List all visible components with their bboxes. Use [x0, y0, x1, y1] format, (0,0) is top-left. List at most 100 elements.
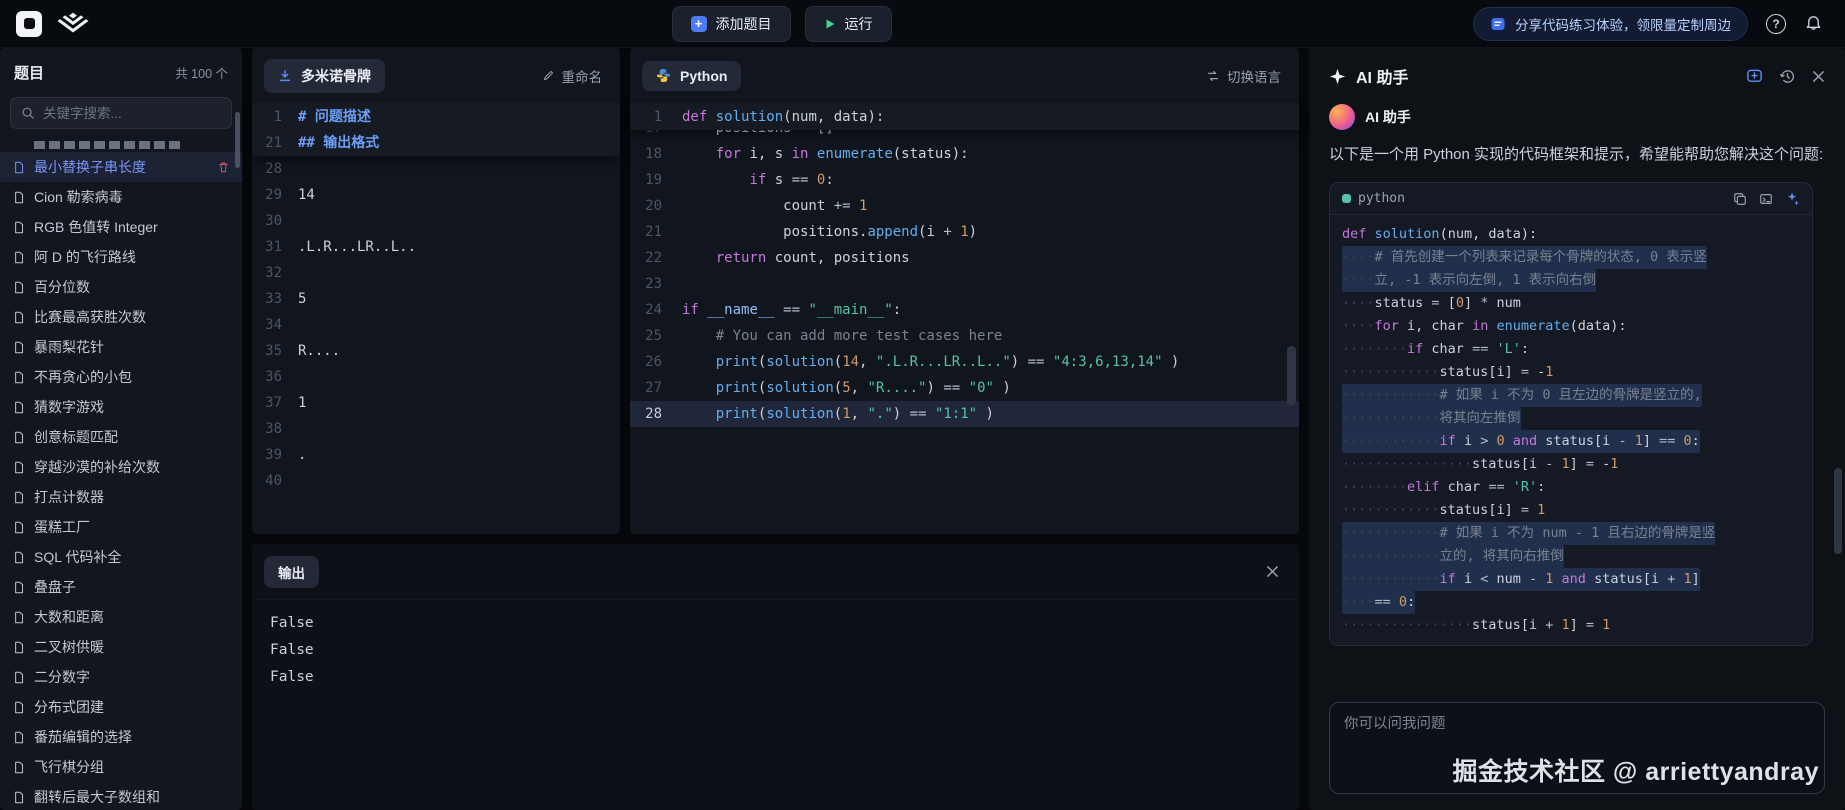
code-line[interactable]: 1# 问题描述 [252, 104, 620, 130]
apply-code-icon[interactable] [1785, 191, 1800, 206]
code-line[interactable]: 21## 输出格式 [252, 130, 620, 156]
bell-icon[interactable] [1804, 14, 1823, 33]
promo-banner[interactable]: 分享代码练习体验，领限量定制周边 [1473, 7, 1748, 41]
ai-scrollbar[interactable] [1834, 468, 1842, 554]
code-line[interactable]: ····# 首先创建一个列表来记录每个骨牌的状态, 0 表示竖 [1342, 246, 1800, 269]
code-line[interactable]: 30 [252, 208, 620, 234]
sidebar-item[interactable]: 大数和距离 [0, 602, 242, 632]
ai-chat-input-box[interactable] [1329, 702, 1825, 794]
code-line[interactable]: ············立的, 将其向右推倒 [1342, 545, 1800, 568]
code-line[interactable]: ········elif char == 'R': [1342, 476, 1800, 499]
sidebar-item[interactable]: 翻转后最大子数组和 [0, 782, 242, 810]
sidebar-item-label: 番茄编辑的选择 [34, 727, 132, 747]
sidebar-item[interactable]: 二叉树供暖 [0, 632, 242, 662]
insert-code-icon[interactable] [1759, 192, 1773, 206]
sidebar-scrollbar[interactable] [235, 112, 240, 168]
sidebar-item[interactable]: 不再贪心的小包 [0, 362, 242, 392]
delete-icon[interactable] [217, 161, 230, 174]
help-icon[interactable]: ? [1766, 14, 1786, 34]
code-line[interactable]: 22 return count, positions [630, 245, 1299, 271]
history-icon[interactable] [1779, 68, 1796, 85]
code-line[interactable]: 21 positions.append(i + 1) [630, 219, 1299, 245]
sidebar-item[interactable]: 比赛最高获胜次数 [0, 302, 242, 332]
new-chat-icon[interactable] [1746, 68, 1763, 85]
sidebar-item[interactable]: 二分数字 [0, 662, 242, 692]
run-button[interactable]: 运行 [805, 6, 892, 42]
sidebar-item[interactable]: 猜数字游戏 [0, 392, 242, 422]
code-line[interactable]: 23 [630, 271, 1299, 297]
rename-button[interactable]: 重命名 [542, 66, 609, 86]
code-line[interactable]: 20 count += 1 [630, 193, 1299, 219]
code-line[interactable]: 28 print(solution(1, ".") == "1:1" ) [630, 401, 1299, 427]
code-line[interactable]: 38 [252, 416, 620, 442]
code-line[interactable]: 2914 [252, 182, 620, 208]
document-icon [12, 311, 25, 324]
sidebar-item[interactable]: 分布式团建 [0, 692, 242, 722]
rename-label: 重命名 [562, 66, 603, 86]
sidebar-item-clipped[interactable] [0, 139, 242, 152]
code-line[interactable]: ············# 如果 i 不为 0 且左边的骨牌是竖立的, [1342, 384, 1800, 407]
output-tab[interactable]: 输出 [264, 556, 319, 588]
app-logo-icon[interactable] [16, 11, 42, 37]
search-input[interactable] [43, 106, 221, 121]
code-line[interactable]: ····立, -1 表示向左倒, 1 表示向右倒 [1342, 269, 1800, 292]
switch-language-button[interactable]: 切换语言 [1206, 66, 1287, 86]
close-ai-icon[interactable] [1812, 70, 1825, 83]
sidebar-item[interactable]: Cion 勒索病毒 [0, 182, 242, 212]
code-line[interactable]: ············if i > 0 and status[i - 1] =… [1342, 430, 1800, 453]
search-box[interactable] [10, 97, 232, 129]
language-chip[interactable]: Python [642, 61, 741, 91]
code-line[interactable]: ················status[i - 1] = -1 [1342, 453, 1800, 476]
code-line[interactable]: ············将其向左推倒 [1342, 407, 1800, 430]
code-line[interactable]: def solution(num, data): [1342, 223, 1800, 246]
problem-title-chip[interactable]: 多米诺骨牌 [264, 59, 385, 93]
code-line[interactable]: ············status[i] = -1 [1342, 361, 1800, 384]
code-line[interactable]: 1def solution(num, data): [630, 104, 1299, 130]
code-line[interactable]: ················status[i + 1] = 1 [1342, 614, 1800, 637]
code-line[interactable]: ····for i, char in enumerate(data): [1342, 315, 1800, 338]
code-editor[interactable]: 1def solution(num, data): 17 positions =… [630, 104, 1299, 534]
code-line[interactable]: 335 [252, 286, 620, 312]
sidebar-item[interactable]: 打点计数器 [0, 482, 242, 512]
code-line[interactable]: ············# 如果 i 不为 num - 1 且右边的骨牌是竖 [1342, 522, 1800, 545]
code-line[interactable]: 27 print(solution(5, "R....") == "0" ) [630, 375, 1299, 401]
sidebar-item[interactable]: 飞行棋分组 [0, 752, 242, 782]
sidebar-item[interactable]: 番茄编辑的选择 [0, 722, 242, 752]
sidebar-item[interactable]: 叠盘子 [0, 572, 242, 602]
code-line[interactable]: ····status = [0] * num [1342, 292, 1800, 315]
code-line[interactable]: 31.L.R...LR..L.. [252, 234, 620, 260]
sidebar-item[interactable]: 最小替换子串长度 [0, 152, 242, 182]
ai-chat-input[interactable] [1344, 716, 1810, 732]
code-line[interactable]: 24if __name__ == "__main__": [630, 297, 1299, 323]
sidebar-item[interactable]: SQL 代码补全 [0, 542, 242, 572]
code-line[interactable]: ············status[i] = 1 [1342, 499, 1800, 522]
code-line[interactable]: 371 [252, 390, 620, 416]
sidebar-item[interactable]: 暴雨梨花针 [0, 332, 242, 362]
close-output-icon[interactable] [1266, 565, 1279, 578]
sidebar-item[interactable]: 蛋糕工厂 [0, 512, 242, 542]
sidebar-item[interactable]: 创意标题匹配 [0, 422, 242, 452]
copy-code-icon[interactable] [1733, 192, 1747, 206]
code-line[interactable]: 17 positions = [] [630, 130, 1299, 141]
sidebar-item[interactable]: 百分位数 [0, 272, 242, 302]
sidebar-item[interactable]: 穿越沙漠的补给次数 [0, 452, 242, 482]
code-line[interactable]: ········if char == 'L': [1342, 338, 1800, 361]
code-line[interactable]: 39. [252, 442, 620, 468]
code-line[interactable]: 25 # You can add more test cases here [630, 323, 1299, 349]
code-line[interactable]: 26 print(solution(14, ".L.R...LR..L..") … [630, 349, 1299, 375]
code-line[interactable]: 34 [252, 312, 620, 338]
code-line[interactable]: 32 [252, 260, 620, 286]
code-line[interactable]: 36 [252, 364, 620, 390]
sidebar-item[interactable]: RGB 色值转 Integer [0, 212, 242, 242]
editor-scrollbar[interactable] [1287, 346, 1296, 406]
code-line[interactable]: 28 [252, 156, 620, 182]
code-line[interactable]: 40 [252, 468, 620, 494]
add-problem-button[interactable]: + 添加题目 [672, 6, 791, 42]
sidebar-item[interactable]: 阿 D 的飞行路线 [0, 242, 242, 272]
juejin-logo-icon[interactable] [56, 12, 90, 36]
code-line[interactable]: ····== 0: [1342, 591, 1800, 614]
code-line[interactable]: 18 for i, s in enumerate(status): [630, 141, 1299, 167]
code-line[interactable]: 19 if s == 0: [630, 167, 1299, 193]
code-line[interactable]: ············if i < num - 1 and status[i … [1342, 568, 1800, 591]
code-line[interactable]: 35R.... [252, 338, 620, 364]
